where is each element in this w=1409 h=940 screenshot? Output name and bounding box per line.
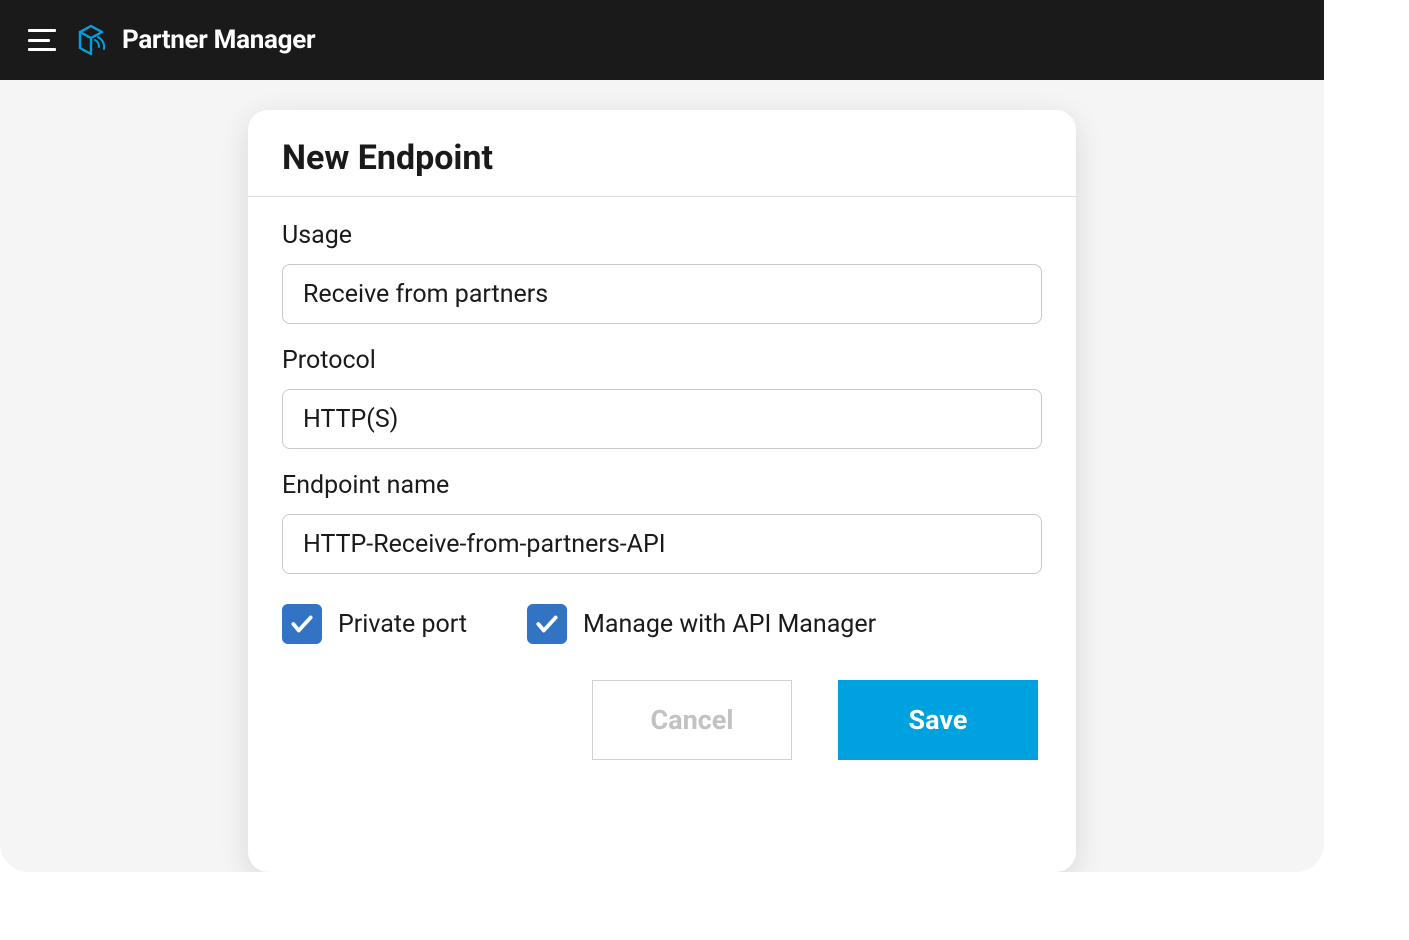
private-port-label: Private port bbox=[338, 610, 467, 639]
endpoint-name-label: Endpoint name bbox=[282, 471, 1042, 500]
header-bar: Partner Manager bbox=[0, 0, 1324, 80]
app-window: Partner Manager New Endpoint Usage Proto… bbox=[0, 0, 1324, 872]
menu-icon[interactable] bbox=[28, 29, 56, 51]
save-button[interactable]: Save bbox=[838, 680, 1038, 760]
logo: Partner Manager bbox=[76, 22, 315, 58]
new-endpoint-dialog: New Endpoint Usage Protocol Endpoint nam… bbox=[248, 110, 1076, 872]
manage-api-label: Manage with API Manager bbox=[583, 610, 876, 639]
usage-input[interactable] bbox=[282, 264, 1042, 324]
endpoint-name-field: Endpoint name bbox=[282, 471, 1042, 574]
checkbox-checked-icon bbox=[282, 604, 322, 644]
usage-field: Usage bbox=[282, 221, 1042, 324]
protocol-field: Protocol bbox=[282, 346, 1042, 449]
checkbox-row: Private port Manage with API Manager bbox=[282, 604, 1042, 644]
content-area: New Endpoint Usage Protocol Endpoint nam… bbox=[0, 80, 1324, 872]
private-port-checkbox[interactable]: Private port bbox=[282, 604, 467, 644]
partner-manager-logo-icon bbox=[76, 22, 106, 58]
protocol-input[interactable] bbox=[282, 389, 1042, 449]
protocol-label: Protocol bbox=[282, 346, 1042, 375]
dialog-title: New Endpoint bbox=[248, 110, 1076, 197]
dialog-body: Usage Protocol Endpoint name bbox=[248, 197, 1076, 760]
app-title: Partner Manager bbox=[122, 25, 315, 55]
usage-label: Usage bbox=[282, 221, 1042, 250]
manage-api-checkbox[interactable]: Manage with API Manager bbox=[527, 604, 876, 644]
cancel-button[interactable]: Cancel bbox=[592, 680, 792, 760]
checkbox-checked-icon bbox=[527, 604, 567, 644]
endpoint-name-input[interactable] bbox=[282, 514, 1042, 574]
button-row: Cancel Save bbox=[282, 680, 1042, 760]
